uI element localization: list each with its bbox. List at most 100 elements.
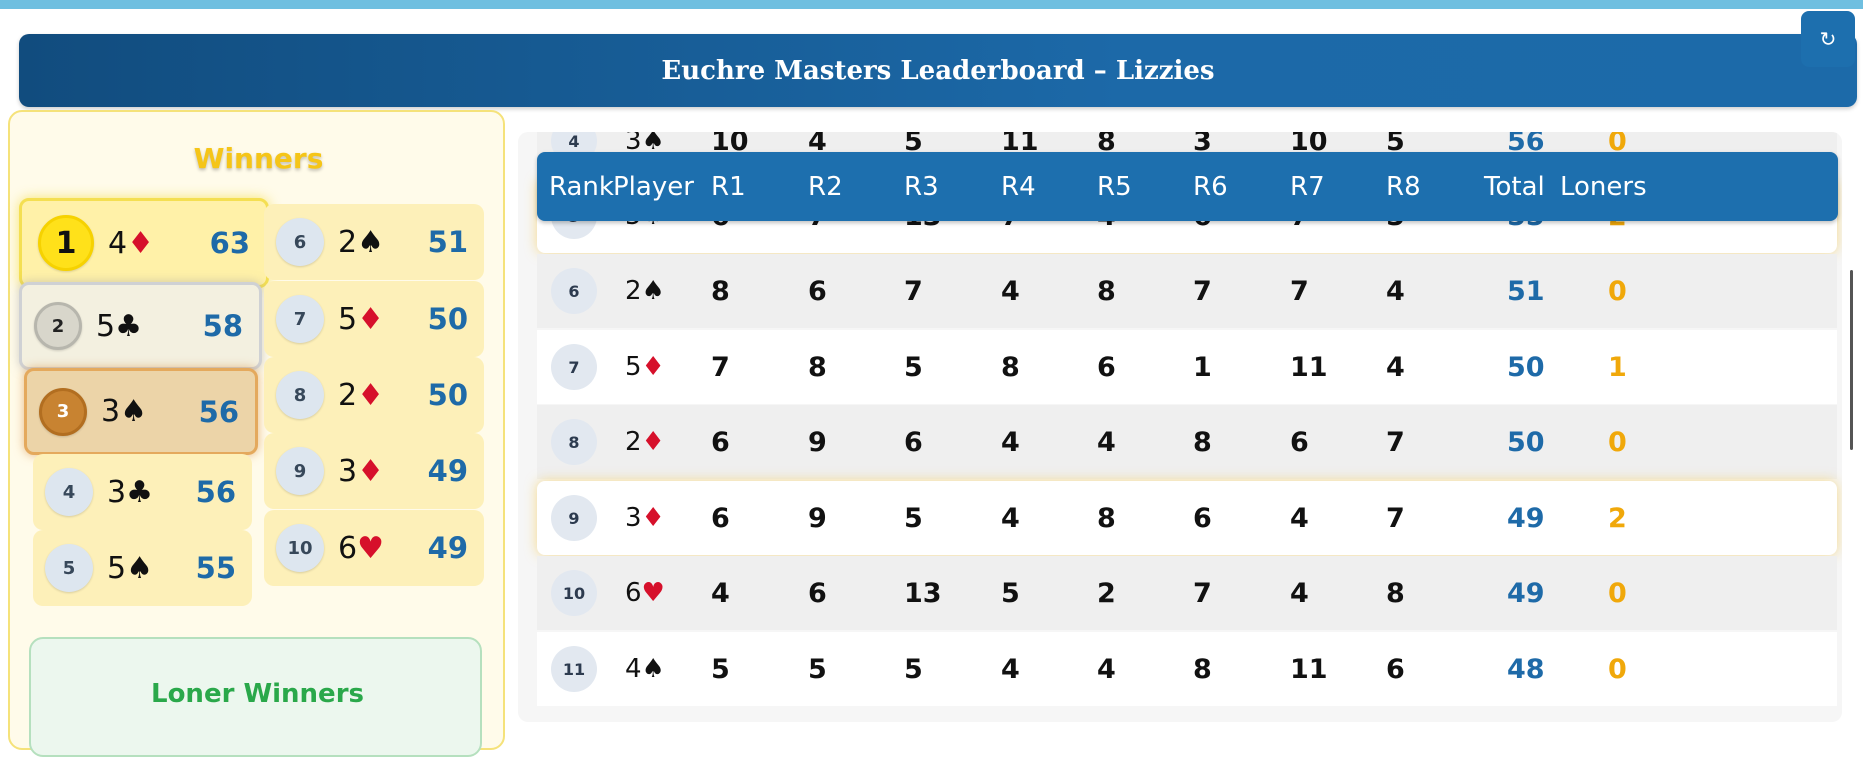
loners-count: 2 <box>1608 502 1627 534</box>
table-row[interactable]: 11 4♠ 5 5 5 4 4 8 11 6 48 0 <box>537 632 1837 706</box>
column-header-total[interactable]: Total <box>1484 172 1545 202</box>
round-8-score: 7 <box>1386 426 1405 458</box>
diamond-icon: ♦ <box>357 377 384 413</box>
table-row[interactable]: 9 3♦ 6 9 5 4 8 6 4 7 49 2 <box>537 481 1837 555</box>
winner-player: 3♦ <box>338 454 384 489</box>
round-1-score: 8 <box>711 275 730 307</box>
spade-icon: ♠ <box>126 550 153 586</box>
round-6-score: 7 <box>1193 577 1212 609</box>
round-4-score: 4 <box>1001 275 1020 307</box>
rank-badge: 1 <box>38 215 94 271</box>
winner-card: 1 4♦ 63 <box>19 198 269 288</box>
winner-score: 63 <box>209 226 250 260</box>
winner-player: 6♥ <box>338 531 384 566</box>
rank-badge: 7 <box>551 344 597 390</box>
winner-score: 51 <box>427 225 468 259</box>
club-icon: ♣ <box>115 308 142 344</box>
table-row[interactable]: 7 5♦ 7 8 5 8 6 1 11 4 50 1 <box>537 330 1837 404</box>
round-2-score: 8 <box>808 351 827 383</box>
top-accent-stripe <box>0 0 1863 9</box>
loners-count: 0 <box>1608 577 1627 609</box>
winner-card: 3 3♠ 56 <box>24 368 258 455</box>
player-cell: 2♠ <box>625 276 665 306</box>
column-header-r4[interactable]: R4 <box>1001 172 1036 202</box>
round-3-score: 7 <box>904 275 923 307</box>
player-number: 3 <box>625 503 642 533</box>
round-5-score: 4 <box>1097 653 1116 685</box>
loner-winners-panel: Loner Winners <box>29 637 482 757</box>
winner-card: 10 6♥ 49 <box>264 510 484 586</box>
scrollbar[interactable] <box>1850 270 1853 450</box>
table-row[interactable]: 10 6♥ 4 6 13 5 2 7 4 8 49 0 <box>537 556 1837 630</box>
round-5-score: 4 <box>1097 426 1116 458</box>
table-row[interactable]: 6 2♠ 8 6 7 4 8 7 7 4 51 0 <box>537 254 1837 328</box>
round-5-score: 8 <box>1097 502 1116 534</box>
loners-count: 0 <box>1608 653 1627 685</box>
round-3-score: 5 <box>904 351 923 383</box>
player-number: 2 <box>625 276 642 306</box>
rank-badge: 9 <box>551 495 597 541</box>
winner-card: 4 3♣ 56 <box>33 454 252 530</box>
column-header-r1[interactable]: R1 <box>711 172 746 202</box>
table-row[interactable]: 8 2♦ 6 9 6 4 4 8 6 7 50 0 <box>537 405 1837 479</box>
round-2-score: 6 <box>808 577 827 609</box>
round-8-score: 8 <box>1386 577 1405 609</box>
winner-score: 49 <box>427 454 468 488</box>
rank-badge: 6 <box>276 218 324 266</box>
rank-badge: 10 <box>551 570 597 616</box>
round-6-score: 7 <box>1193 275 1212 307</box>
column-header-r6[interactable]: R6 <box>1193 172 1228 202</box>
winner-card: 7 5♦ 50 <box>264 281 484 357</box>
round-1-score: 5 <box>711 653 730 685</box>
heart-icon: ♥ <box>357 530 384 566</box>
winner-score: 50 <box>427 302 468 336</box>
rank-badge: 7 <box>276 295 324 343</box>
player-number: 5 <box>107 550 127 586</box>
diamond-icon: ♦ <box>641 352 665 382</box>
column-header-r8[interactable]: R8 <box>1386 172 1421 202</box>
player-number: 3 <box>101 394 121 429</box>
rank-badge: 4 <box>45 468 93 516</box>
rank-badge: 8 <box>276 371 324 419</box>
player-cell: 6♥ <box>625 578 665 608</box>
round-8-score: 6 <box>1386 653 1405 685</box>
column-header-loners[interactable]: Loners <box>1560 172 1647 202</box>
column-header-r5[interactable]: R5 <box>1097 172 1132 202</box>
round-2-score: 9 <box>808 502 827 534</box>
column-header-r2[interactable]: R2 <box>808 172 843 202</box>
round-6-score: 8 <box>1193 653 1212 685</box>
winner-score: 56 <box>198 394 239 429</box>
round-3-score: 6 <box>904 426 923 458</box>
column-header-r7[interactable]: R7 <box>1290 172 1325 202</box>
round-2-score: 5 <box>808 653 827 685</box>
winner-score: 56 <box>195 475 236 509</box>
winner-card: 2 5♣ 58 <box>19 282 262 370</box>
player-number: 5 <box>338 301 358 337</box>
page-title: Euchre Masters Leaderboard – Lizzies <box>661 55 1215 86</box>
round-4-score: 5 <box>1001 577 1020 609</box>
refresh-button[interactable]: ↻ <box>1801 11 1855 67</box>
round-3-score: 5 <box>904 502 923 534</box>
spade-icon: ♠ <box>357 224 384 260</box>
page-header: Euchre Masters Leaderboard – Lizzies <box>19 34 1857 107</box>
winner-card: 9 3♦ 49 <box>264 433 484 509</box>
rank-badge: 3 <box>39 387 87 436</box>
winner-player: 3♣ <box>107 475 153 510</box>
diamond-icon: ♦ <box>357 301 384 337</box>
round-7-score: 4 <box>1290 577 1309 609</box>
round-5-score: 2 <box>1097 577 1116 609</box>
column-header-player[interactable]: Player <box>613 172 694 202</box>
round-8-score: 4 <box>1386 275 1405 307</box>
winner-player: 4♦ <box>108 226 154 261</box>
round-4-score: 8 <box>1001 351 1020 383</box>
total-score: 50 <box>1507 351 1545 383</box>
winner-player: 2♠ <box>338 225 384 260</box>
round-8-score: 4 <box>1386 351 1405 383</box>
winner-player: 5♦ <box>338 302 384 337</box>
column-header-rank[interactable]: Rank <box>549 172 614 202</box>
winner-card: 5 5♠ 55 <box>33 530 252 606</box>
column-header-r3[interactable]: R3 <box>904 172 939 202</box>
player-number: 2 <box>338 377 358 413</box>
round-4-score: 4 <box>1001 502 1020 534</box>
rank-badge: 8 <box>551 419 597 465</box>
